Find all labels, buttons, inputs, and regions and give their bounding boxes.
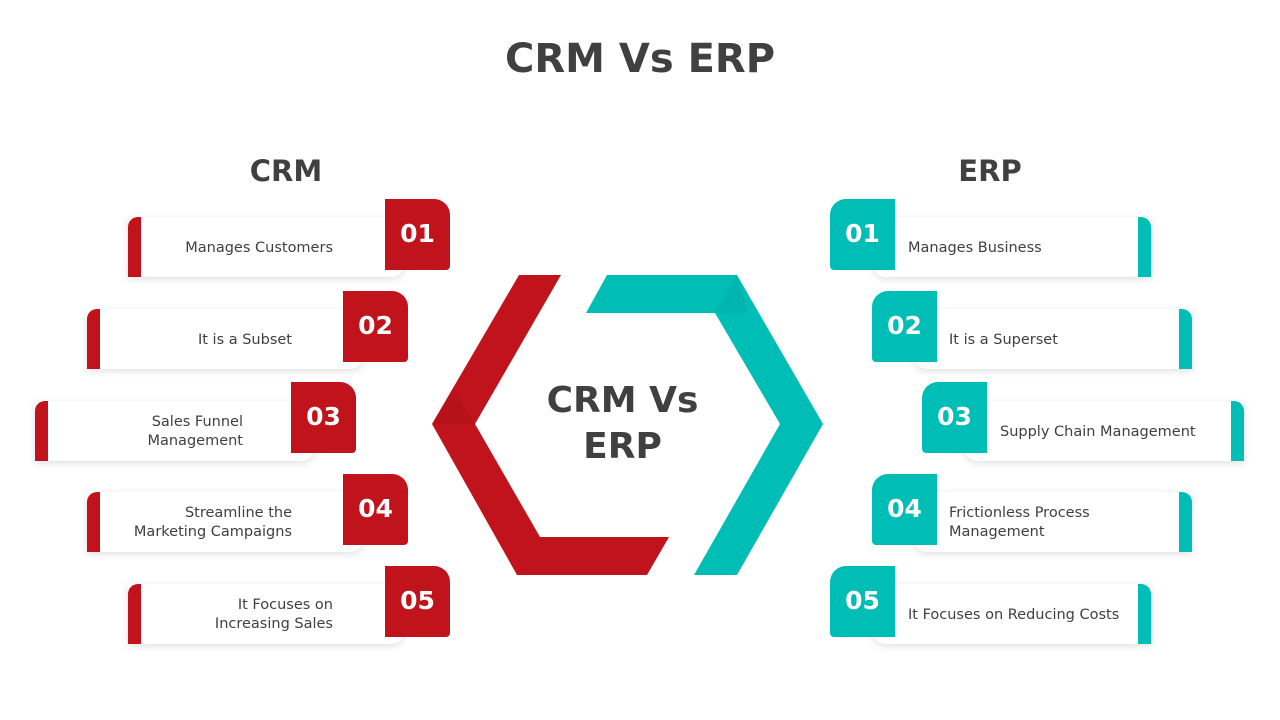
crm-item-3: Sales Funnel Management bbox=[35, 401, 315, 461]
center-label: CRM Vs ERP bbox=[520, 378, 725, 470]
erp-number-badge: 04 bbox=[872, 474, 937, 545]
erp-item-text: Frictionless Process Management bbox=[949, 505, 1090, 540]
accent-bar bbox=[128, 217, 141, 277]
crm-item-text: It is a Subset bbox=[197, 331, 292, 348]
crm-item-1: Manages Customers bbox=[128, 217, 405, 277]
erp-item-3: Supply Chain Management bbox=[964, 401, 1244, 461]
crm-item-4: Streamline the Marketing Campaigns bbox=[87, 492, 364, 552]
erp-number-badge: 03 bbox=[922, 382, 987, 453]
erp-item-text: It Focuses on Reducing Costs bbox=[908, 606, 1120, 623]
accent-bar bbox=[1179, 309, 1192, 369]
erp-item-5: It Focuses on Reducing Costs bbox=[872, 584, 1151, 644]
erp-item-2: It is a Superset bbox=[913, 309, 1192, 369]
erp-number-badge: 05 bbox=[830, 566, 895, 637]
accent-bar bbox=[1138, 217, 1151, 277]
accent-bar bbox=[87, 309, 100, 369]
crm-item-text: Sales Funnel Management bbox=[147, 414, 243, 449]
crm-number-badge: 02 bbox=[343, 291, 408, 362]
crm-number-badge: 01 bbox=[385, 199, 450, 270]
crm-item-2: It is a Subset bbox=[87, 309, 364, 369]
crm-item-text: Streamline the Marketing Campaigns bbox=[133, 505, 292, 540]
center-label-line1: CRM Vs bbox=[546, 380, 699, 421]
erp-item-text: Supply Chain Management bbox=[1000, 423, 1196, 440]
erp-item-text: It is a Superset bbox=[949, 331, 1058, 348]
crm-item-text: It Focuses on Increasing Sales bbox=[214, 597, 333, 632]
crm-number-badge: 04 bbox=[343, 474, 408, 545]
crm-item-5: It Focuses on Increasing Sales bbox=[128, 584, 405, 644]
erp-item-4: Frictionless Process Management bbox=[913, 492, 1192, 552]
erp-item-1: Manages Business bbox=[872, 217, 1151, 277]
erp-number-badge: 01 bbox=[830, 199, 895, 270]
erp-item-text: Manages Business bbox=[908, 239, 1042, 256]
accent-bar bbox=[1231, 401, 1244, 461]
crm-number-badge: 05 bbox=[385, 566, 450, 637]
accent-bar bbox=[128, 584, 141, 644]
crm-number-badge: 03 bbox=[291, 382, 356, 453]
accent-bar bbox=[1179, 492, 1192, 552]
crm-item-text: Manages Customers bbox=[185, 239, 333, 256]
accent-bar bbox=[35, 401, 48, 461]
center-label-line2: ERP bbox=[583, 426, 662, 467]
erp-number-badge: 02 bbox=[872, 291, 937, 362]
accent-bar bbox=[87, 492, 100, 552]
accent-bar bbox=[1138, 584, 1151, 644]
